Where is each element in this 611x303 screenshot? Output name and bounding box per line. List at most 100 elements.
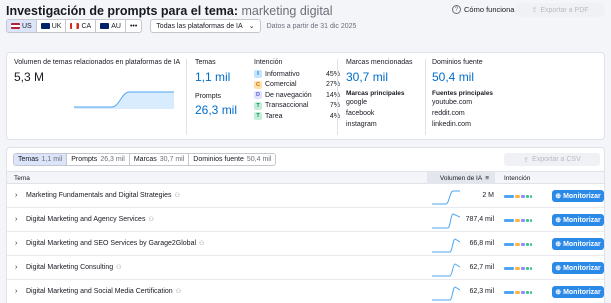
people-icon: ⚇	[148, 217, 154, 223]
monitor-button[interactable]: ⊕ Monitorizar	[552, 286, 604, 298]
intent-bar-segment	[521, 195, 526, 198]
col-intent-header: Intención	[504, 175, 531, 182]
title-text: Investigación de prompts para el tema:	[6, 4, 239, 18]
divider	[425, 59, 426, 135]
topic-name[interactable]: Digital Marketing and SEO Services by Ga…	[26, 240, 204, 247]
expand-chevron-icon[interactable]: ›	[15, 192, 17, 199]
domain-item: linkedin.com	[432, 121, 471, 128]
page-title: Investigación de prompts para el tema: m…	[6, 4, 333, 18]
plus-icon: ⊕	[555, 241, 562, 248]
topic-name[interactable]: Digital Marketing Consulting ⚇	[26, 264, 122, 271]
plus-icon: ⊕	[555, 217, 562, 224]
intent-name: Tarea	[265, 112, 283, 120]
expand-chevron-icon[interactable]: ›	[15, 240, 17, 247]
volume-value: 5,3 M	[14, 70, 45, 84]
domains-value[interactable]: 50,4 mil	[432, 70, 493, 84]
plus-icon: ⊕	[555, 265, 562, 272]
intent-bar-segment	[530, 195, 532, 198]
brands-value[interactable]: 30,7 mil	[346, 70, 413, 84]
topics-label: Temas	[195, 59, 216, 66]
country-selector: US UK CA AU •••	[6, 19, 143, 33]
monitor-button[interactable]: ⊕ Monitorizar	[552, 262, 604, 274]
plus-icon: ⊕	[555, 289, 562, 296]
divider	[337, 59, 338, 135]
intent-bar-segment	[526, 267, 530, 270]
volume-sparkline	[432, 238, 460, 253]
monitor-button[interactable]: ⊕ Monitorizar	[552, 238, 604, 250]
intent-bar-segment	[526, 195, 530, 198]
intent-name: Transaccional	[265, 102, 309, 110]
topic-name[interactable]: Digital Marketing and Agency Services ⚇	[26, 216, 154, 223]
table-tabs: Temas 1,1 mil Prompts 26,3 mil Marcas 30,7 …	[13, 153, 277, 166]
intent-distribution-bar	[504, 243, 532, 246]
intent-bar-segment	[514, 243, 521, 246]
more-icon: •••	[129, 22, 138, 30]
export-csv-label: Exportar a CSV	[532, 156, 581, 163]
country-ca[interactable]: CA	[66, 20, 97, 32]
export-csv-button[interactable]: ⇪ Exportar a CSV	[504, 153, 600, 166]
tab-source-domains[interactable]: Dominios fuente 50,4 mil	[189, 154, 276, 165]
intent-breakdown: Intención I Informativo 45% C Comercial 27% D D…	[254, 59, 340, 122]
expand-chevron-icon[interactable]: ›	[15, 216, 17, 223]
tab-prompts[interactable]: Prompts 26,3 mil	[67, 154, 130, 165]
how-it-works-link[interactable]: ? Cómo funciona	[452, 5, 514, 14]
topic-name[interactable]: Marketing Fundamentals and Digital Strat…	[26, 192, 180, 199]
flag-us-icon	[11, 23, 20, 29]
topic-name[interactable]: Digital Marketing and Social Media Certi…	[26, 288, 181, 295]
domains-label: Dominios fuente	[432, 59, 483, 66]
people-icon: ⚇	[116, 265, 122, 271]
col-volume-header[interactable]: Volumen de IA ≡	[427, 172, 495, 184]
expand-chevron-icon[interactable]: ›	[15, 264, 17, 271]
brands-metric: Marcas mencionadas 30,7 mil Marcas princ…	[346, 59, 413, 130]
table-row[interactable]: › Digital Marketing and Social Media Cert…	[7, 280, 604, 303]
export-pdf-button[interactable]: ⇪ Exportar a PDF	[515, 3, 605, 17]
platform-dropdown[interactable]: Todas las plataformas de IA ⌄	[150, 19, 261, 33]
table-row[interactable]: › Marketing Fundamentals and Digital Stra…	[7, 184, 604, 208]
intent-bar-segment	[530, 291, 532, 294]
intent-bar-segment	[521, 267, 526, 270]
chevron-down-icon: ⌄	[248, 23, 255, 30]
col-topic-header[interactable]: Tema	[14, 175, 30, 182]
intent-bar-segment	[504, 291, 514, 294]
intent-bar-segment	[514, 291, 521, 294]
expand-chevron-icon[interactable]: ›	[15, 288, 17, 295]
table-row[interactable]: › Digital Marketing Consulting ⚇ 62,7 mil ⊕ M…	[7, 256, 604, 280]
volume-metric: Volumen de temas relacionados en platafo…	[14, 59, 184, 109]
intent-distribution-bar	[504, 195, 532, 198]
topics-value[interactable]: 1,1 mil	[195, 70, 237, 84]
intent-bar-segment	[530, 267, 532, 270]
intent-bar-segment	[526, 243, 530, 246]
country-us[interactable]: US	[7, 20, 37, 32]
intent-bar-segment	[530, 243, 532, 246]
prompts-value[interactable]: 26,3 mil	[195, 103, 237, 117]
intent-name: Comercial	[265, 81, 297, 89]
table-header: Tema Volumen de IA ≡ Intención	[7, 171, 604, 184]
country-uk[interactable]: UK	[37, 20, 67, 32]
domain-item: youtube.com	[432, 99, 473, 106]
more-countries-button[interactable]: •••	[126, 20, 141, 32]
intent-distribution-bar	[504, 219, 532, 222]
intent-bar-segment	[530, 219, 532, 222]
table-row[interactable]: › Digital Marketing and Agency Services ⚇ 7…	[7, 208, 604, 232]
volume-sparkline	[432, 190, 460, 205]
table-row[interactable]: › Digital Marketing and SEO Services by G…	[7, 232, 604, 256]
topics-table-card: Temas 1,1 mil Prompts 26,3 mil Marcas 30,7 …	[6, 147, 605, 303]
intent-bar-segment	[504, 267, 514, 270]
intent-bar-segment	[514, 267, 521, 270]
people-icon: ⚇	[199, 241, 205, 247]
sort-icon: ≡	[485, 174, 489, 182]
prompts-label: Prompts	[195, 93, 222, 100]
volume-sparkline	[432, 213, 460, 229]
monitor-button[interactable]: ⊕ Monitorizar	[552, 190, 604, 202]
tab-brands[interactable]: Marcas 30,7 mil	[129, 154, 190, 165]
tab-topics[interactable]: Temas 1,1 mil	[14, 154, 68, 165]
monitor-button[interactable]: ⊕ Monitorizar	[552, 214, 604, 226]
volume-sparkline	[74, 91, 174, 109]
intent-bar-segment	[504, 219, 514, 222]
intent-bar-segment	[521, 291, 526, 294]
intent-distribution-bar	[504, 267, 532, 270]
flag-ca-icon	[70, 23, 80, 29]
intent-list: I Informativo 45% C Comercial 27% D De navegaci…	[254, 69, 340, 122]
intent-distribution-bar	[504, 291, 532, 294]
country-au[interactable]: AU	[96, 20, 126, 32]
